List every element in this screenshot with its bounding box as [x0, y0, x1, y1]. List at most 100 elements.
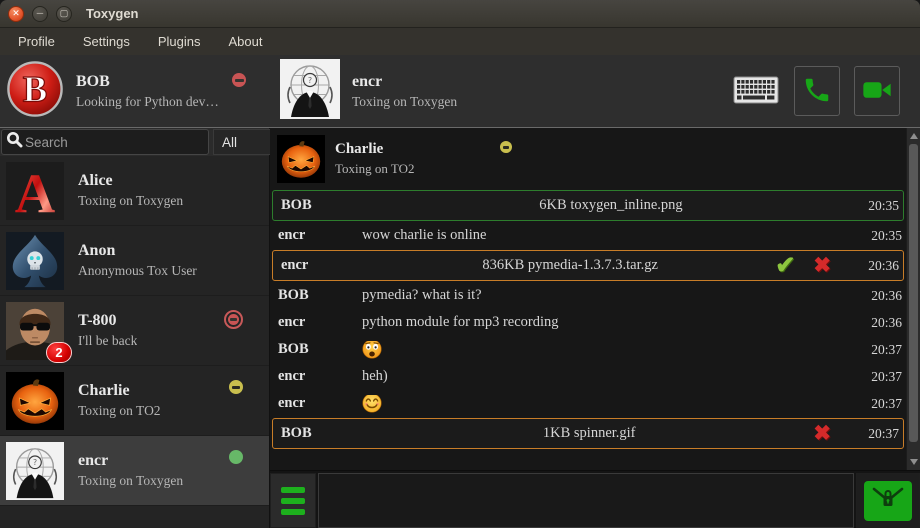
avatar: 2 — [6, 302, 64, 360]
avatar: A — [6, 162, 64, 220]
self-profile[interactable]: B BOB Looking for Python dev… — [0, 55, 270, 127]
window-title: Toxygen — [86, 6, 139, 21]
message-sender: BOB — [270, 287, 362, 304]
smile-emoji — [362, 395, 860, 413]
send-area — [856, 473, 920, 528]
self-status-message: Looking for Python dev… — [76, 94, 219, 110]
chat-scrollbar[interactable] — [906, 128, 920, 470]
contact-item-anon[interactable]: AnonAnonymous Tox User — [0, 226, 269, 296]
toxygen-window: ✕ ─ ▢ Toxygen ProfileSettingsPluginsAbou… — [0, 0, 920, 528]
contact-item-charlie[interactable]: CharlieToxing on TO2 — [0, 366, 269, 436]
avatar: ? — [6, 442, 64, 500]
scroll-up-arrow[interactable] — [907, 130, 920, 142]
video-call-button[interactable] — [854, 66, 900, 116]
file-transfer-actions: ✔✖ — [775, 254, 831, 278]
message-input[interactable] — [318, 473, 854, 528]
message-sender: encr — [270, 314, 362, 331]
search-row: All — [0, 128, 269, 156]
file-transfer-row: BOB1KB spinner.gif✖ 20:37 — [272, 418, 904, 449]
svg-text:?: ? — [308, 76, 312, 85]
peer-name: encr — [352, 73, 457, 91]
message-row: encr 20:37 — [270, 390, 906, 417]
contact-status-message: Toxing on Toxygen — [78, 193, 183, 209]
contact-status-message: Anonymous Tox User — [78, 263, 197, 279]
menubar: ProfileSettingsPluginsAbout — [0, 28, 920, 55]
svg-text:A: A — [15, 163, 56, 220]
message-time: 20:37 — [857, 426, 903, 442]
message-text: wow charlie is online — [362, 227, 860, 244]
smileys-menu-button[interactable] — [270, 473, 316, 528]
avatar — [6, 372, 64, 430]
scrollbar-thumb[interactable] — [909, 144, 918, 442]
message-row: BOBpymedia? what is it?20:36 — [270, 282, 906, 309]
contact-item-encr[interactable]: ? encr Toxing on Toxygen — [0, 436, 269, 506]
search-box — [1, 129, 209, 155]
file-transfer-row: encr836KB pymedia-1.3.7.3.tar.gz✔✖20:36 — [272, 250, 904, 281]
accept-file-icon[interactable]: ✔ — [775, 254, 795, 278]
search-input[interactable] — [23, 134, 204, 151]
contact-name: Charlie — [78, 382, 161, 400]
send-icon — [871, 486, 905, 515]
file-transfer-label: 1KB spinner.gif — [365, 425, 813, 442]
contact-item-t-800[interactable]: 2T-800I'll be back — [0, 296, 269, 366]
menu-plugins[interactable]: Plugins — [144, 30, 215, 53]
phone-icon — [802, 75, 832, 108]
file-transfer-label: 836KB pymedia-1.3.7.3.tar.gz — [365, 257, 775, 274]
message-time: 20:37 — [860, 369, 906, 385]
video-camera-icon — [861, 77, 893, 106]
message-sender: encr — [270, 368, 362, 385]
status-away-icon — [229, 380, 243, 394]
main-split: All A Alice Toxing on Toxygen AnonAnonymou… — [0, 128, 920, 528]
chat-history: Charlie Toxing on TO2 BOB6KB toxygen_inl… — [270, 128, 920, 470]
audio-call-button[interactable] — [794, 66, 840, 116]
context-contact-status-message: Toxing on TO2 — [335, 161, 485, 177]
context-contact-name: Charlie — [335, 141, 500, 158]
contact-name: encr — [78, 452, 183, 470]
file-transfer-actions: ✖ — [813, 423, 831, 444]
message-time: 20:36 — [860, 288, 906, 304]
shocked-emoji — [362, 341, 860, 359]
peer-status-message: Toxing on Toxygen — [352, 94, 457, 110]
contact-status-message: Toxing on Toxygen — [78, 473, 183, 489]
message-list: BOB6KB toxygen_inline.png20:35encrwow ch… — [270, 189, 906, 450]
screen-keyboard-button[interactable] — [732, 74, 780, 108]
message-row: encrwow charlie is online20:35 — [270, 222, 906, 249]
contacts-panel: All A Alice Toxing on Toxygen AnonAnonymou… — [0, 128, 270, 528]
titlebar: ✕ ─ ▢ Toxygen — [0, 0, 920, 28]
message-row: BOB 20:37 — [270, 336, 906, 363]
message-time: 20:35 — [857, 198, 903, 214]
peer-avatar: ? — [280, 59, 340, 124]
self-avatar: B — [6, 60, 64, 123]
scroll-down-arrow[interactable] — [907, 456, 920, 468]
message-time: 20:36 — [857, 258, 903, 274]
message-text: pymedia? what is it? — [362, 287, 860, 304]
header-row: B BOB Looking for Python dev… ? encr Tox… — [0, 55, 920, 128]
contact-name: Alice — [78, 172, 183, 190]
message-time: 20:35 — [860, 228, 906, 244]
window-minimize-button[interactable]: ─ — [32, 6, 48, 22]
contact-name: T-800 — [78, 312, 137, 330]
message-sender: BOB — [273, 425, 365, 442]
context-contact-away-icon — [500, 141, 512, 153]
message-sender: BOB — [273, 197, 365, 214]
smileys-menu-icon — [281, 487, 305, 493]
self-status-busy-icon — [232, 73, 246, 87]
message-time: 20:37 — [860, 396, 906, 412]
status-busy-unread-icon — [224, 310, 243, 329]
window-maximize-button[interactable]: ▢ — [56, 6, 72, 22]
decline-file-icon[interactable]: ✖ — [813, 255, 831, 276]
decline-file-icon[interactable]: ✖ — [813, 423, 831, 444]
message-text: python module for mp3 recording — [362, 314, 860, 331]
menu-profile[interactable]: Profile — [4, 30, 69, 53]
menu-settings[interactable]: Settings — [69, 30, 144, 53]
contact-item-alice[interactable]: A Alice Toxing on Toxygen — [0, 156, 269, 226]
send-button[interactable] — [864, 481, 912, 521]
window-close-button[interactable]: ✕ — [8, 6, 24, 22]
file-transfer-label: 6KB toxygen_inline.png — [365, 197, 857, 214]
menu-about[interactable]: About — [214, 30, 276, 53]
composer — [270, 470, 920, 528]
file-transfer-row: BOB6KB toxygen_inline.png20:35 — [272, 190, 904, 221]
message-row: encrpython module for mp3 recording20:36 — [270, 309, 906, 336]
message-sender: encr — [273, 257, 365, 274]
search-icon — [6, 131, 23, 153]
